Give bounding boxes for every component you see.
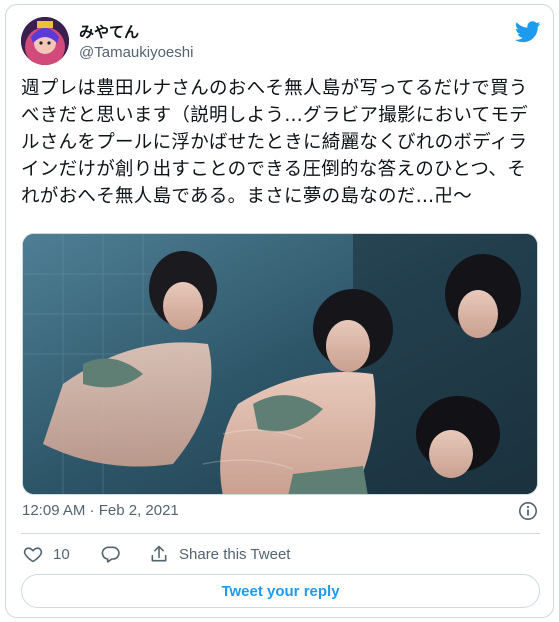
tweet-text: 週プレは豊田ルナさんのおへそ無人島が写ってるだけで買うべきだと思います（説明しよ…	[21, 78, 529, 207]
tweet-photo[interactable]	[22, 233, 538, 495]
divider	[21, 533, 540, 534]
reply-action-button[interactable]	[101, 539, 131, 569]
user-handle[interactable]: @Tamaukiyoeshi	[79, 43, 193, 63]
display-name[interactable]: みやてん	[79, 23, 193, 41]
twitter-bird-icon[interactable]	[514, 21, 541, 43]
avatar[interactable]	[21, 17, 69, 65]
tweet-your-reply-button[interactable]: Tweet your reply	[21, 574, 540, 608]
timestamp-row: 12:09 AM · Feb 2, 2021	[22, 499, 538, 523]
tweet-actions: 10 Share this Tweet	[21, 539, 541, 569]
heart-icon	[23, 547, 43, 563]
tweet-header: みやてん @Tamaukiyoeshi	[21, 17, 541, 67]
like-button[interactable]: 10	[23, 539, 70, 569]
info-icon[interactable]	[518, 501, 538, 521]
share-label: Share this Tweet	[179, 545, 291, 563]
reply-icon	[101, 546, 120, 563]
share-icon	[151, 545, 167, 562]
like-count: 10	[53, 545, 70, 563]
share-button[interactable]: Share this Tweet	[149, 539, 290, 569]
author-info[interactable]: みやてん @Tamaukiyoeshi	[79, 23, 193, 63]
tweet-card: みやてん @Tamaukiyoeshi 週プレは豊田ルナさんのおへそ無人島が写っ…	[5, 4, 554, 618]
tweet-timestamp[interactable]: 12:09 AM · Feb 2, 2021	[22, 502, 179, 519]
